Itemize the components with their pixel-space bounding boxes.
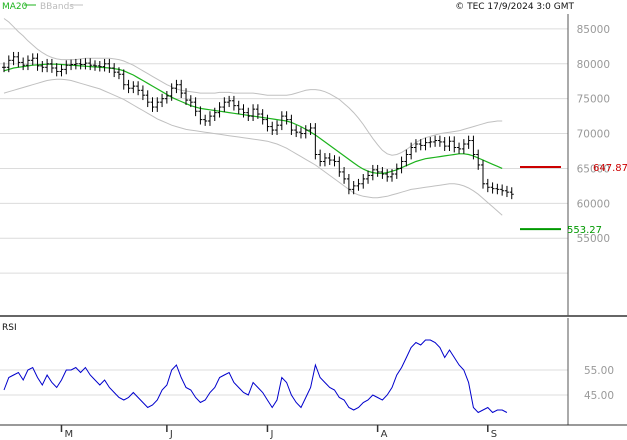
upper-band-line: [3, 18, 503, 156]
chart-canvas: 85000800007500070000650006000055000 55.0…: [0, 2, 627, 440]
copyright-timestamp: © TEC 17/9/2024 3:0 GMT: [455, 2, 574, 12]
price-y-tick-labels: 85000800007500070000650006000055000: [577, 24, 610, 245]
price-levels: 647.87 553.27: [520, 163, 627, 236]
rsi-gridlines: [0, 369, 568, 396]
support-level-label: 553.27: [567, 225, 602, 236]
time-axis-tick-label: M: [64, 429, 73, 440]
rsi-line: [3, 339, 508, 414]
rsi-y-tick-label: 45.00: [584, 390, 614, 402]
price-bars: [2, 51, 514, 200]
resistance-level-label: 647.87: [593, 163, 627, 174]
price-y-tick-label: 60000: [577, 198, 610, 210]
price-y-tick-label: 75000: [577, 94, 610, 106]
time-axis-tick-label: J: [169, 429, 173, 440]
time-axis-tick-label: A: [381, 429, 388, 440]
time-axis-tick-label: J: [269, 429, 273, 440]
legend-bbands: BBands: [40, 2, 74, 12]
rsi-y-tick-labels: 55.00 45.00: [584, 365, 614, 402]
rsi-series: [3, 339, 508, 414]
price-y-tick-label: 70000: [577, 129, 610, 141]
price-y-tick-label: 85000: [577, 24, 610, 36]
time-axis-tick-label: S: [491, 429, 497, 440]
rsi-panel-label: RSI: [2, 323, 17, 333]
rsi-y-tick-label: 55.00: [584, 365, 614, 377]
legend-ma20: MA20: [2, 2, 28, 12]
time-axis-ticks: MJJAS: [60, 425, 497, 440]
price-y-tick-label: 80000: [577, 59, 610, 71]
lower-band-line: [3, 78, 503, 216]
